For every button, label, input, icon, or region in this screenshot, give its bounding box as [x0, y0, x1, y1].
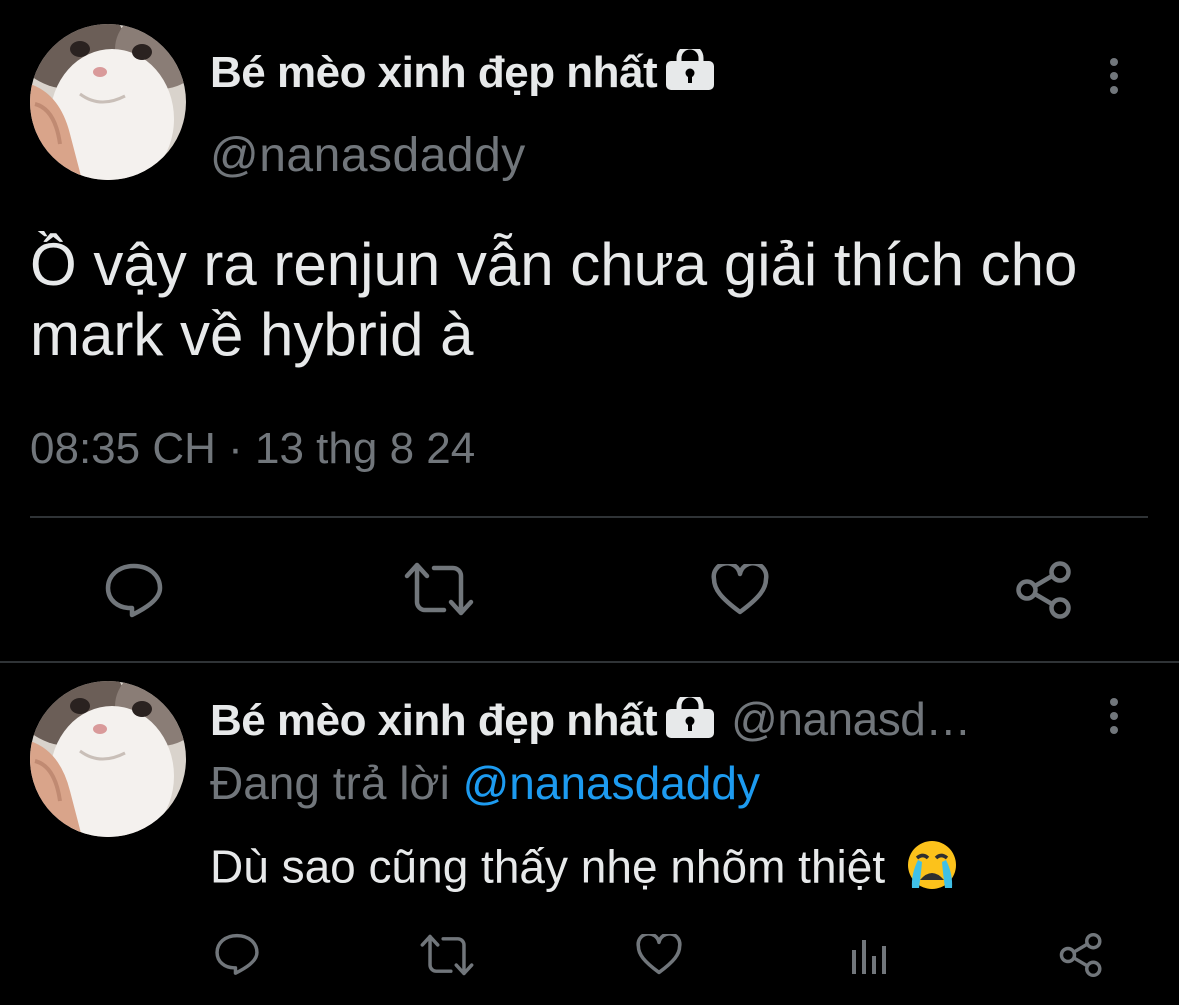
views-icon[interactable]: [850, 936, 890, 976]
reply-text: Dù sao cũng thấy nhẹ nhõm thiệt: [210, 840, 886, 893]
replying-to-handle[interactable]: @nanasdaddy: [463, 757, 760, 809]
cat-avatar-image: [30, 681, 186, 837]
meta-separator: ·: [228, 424, 243, 473]
like-icon[interactable]: [636, 934, 682, 976]
tweet-text: Ồ vậy ra renjun vẫn chưa giải thích cho …: [30, 231, 1078, 368]
retweet-icon[interactable]: [404, 562, 474, 616]
avatar[interactable]: [30, 681, 186, 837]
share-icon[interactable]: [1058, 932, 1104, 978]
share-icon[interactable]: [1014, 560, 1074, 620]
more-options-icon[interactable]: [1108, 54, 1120, 100]
lock-icon: [665, 692, 715, 750]
tweet-meta: 08:35 CH · 13 thg 8 24: [30, 424, 475, 474]
section-divider: [0, 661, 1179, 663]
author-handle[interactable]: @nanasd…: [731, 693, 971, 745]
like-icon[interactable]: [711, 564, 769, 616]
lock-icon: [665, 44, 715, 102]
author-name-row: Bé mèo xinh đẹp nhất @nanasd…: [210, 692, 971, 750]
crying-emoji: [904, 838, 960, 903]
author-name-row: Bé mèo xinh đẹp nhất: [210, 44, 715, 102]
replying-to-label: Đang trả lời: [210, 757, 450, 809]
replying-to-line: Đang trả lời @nanasdaddy: [210, 756, 760, 810]
reply-icon[interactable]: [104, 562, 164, 618]
author-handle[interactable]: @nanasdaddy: [210, 128, 526, 183]
avatar[interactable]: [30, 24, 186, 180]
reply-icon[interactable]: [214, 932, 260, 976]
retweet-icon[interactable]: [420, 934, 474, 976]
author-name[interactable]: Bé mèo xinh đẹp nhất: [210, 48, 658, 97]
tweet-time[interactable]: 08:35 CH: [30, 424, 216, 473]
reply-text-row: Dù sao cũng thấy nhẹ nhõm thiệt: [210, 838, 960, 903]
more-options-icon[interactable]: [1108, 694, 1120, 740]
cat-avatar-image: [30, 24, 186, 180]
divider: [30, 516, 1148, 518]
tweet-date[interactable]: 13 thg 8 24: [255, 424, 475, 473]
author-name[interactable]: Bé mèo xinh đẹp nhất: [210, 696, 658, 745]
